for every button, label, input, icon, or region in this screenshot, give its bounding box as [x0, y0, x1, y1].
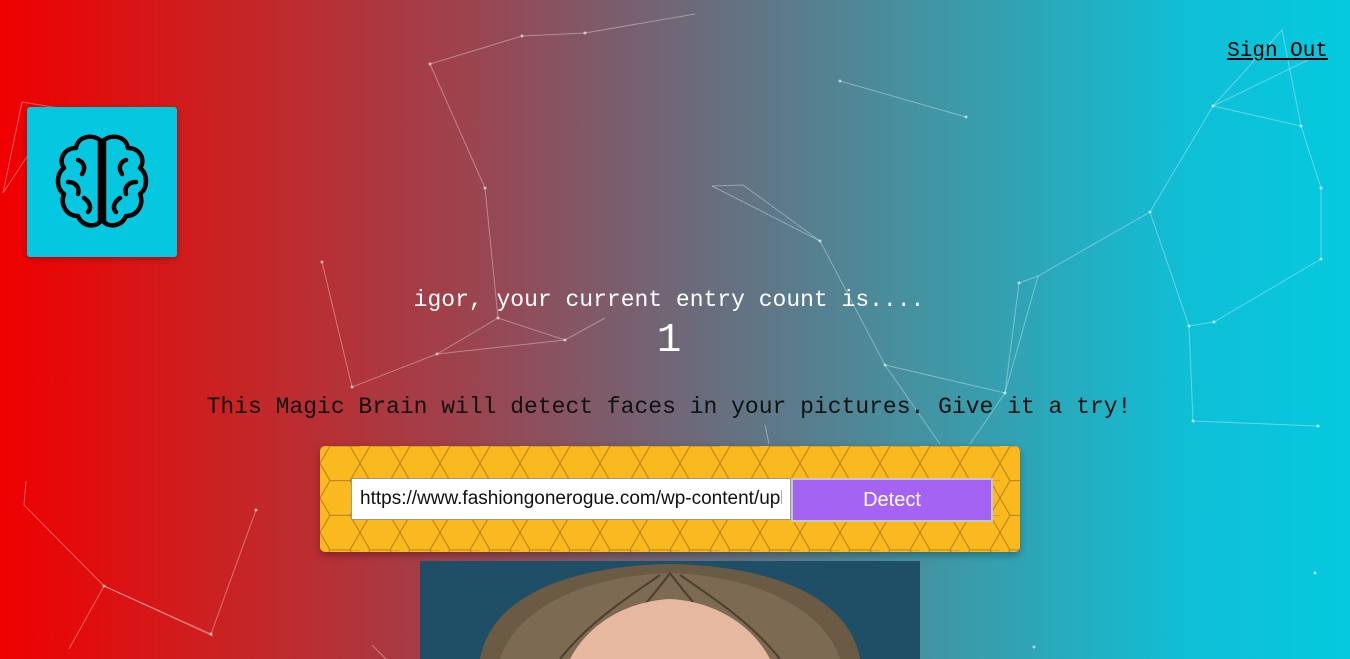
face-result-image: [420, 561, 920, 659]
logo-tile[interactable]: [27, 107, 177, 257]
entry-count-greeting: igor, your current entry count is....: [413, 287, 925, 313]
app-description: This Magic Brain will detect faces in yo…: [206, 394, 1132, 420]
brain-icon: [55, 134, 149, 228]
detect-button[interactable]: Detect: [791, 478, 993, 522]
entry-count-value: 1: [656, 318, 682, 364]
image-link-form: Detect: [320, 446, 1020, 552]
form-row: Detect: [351, 478, 993, 522]
face-photo: [420, 561, 920, 659]
sign-out-link[interactable]: Sign Out: [1227, 40, 1328, 63]
image-url-input[interactable]: [351, 478, 791, 520]
